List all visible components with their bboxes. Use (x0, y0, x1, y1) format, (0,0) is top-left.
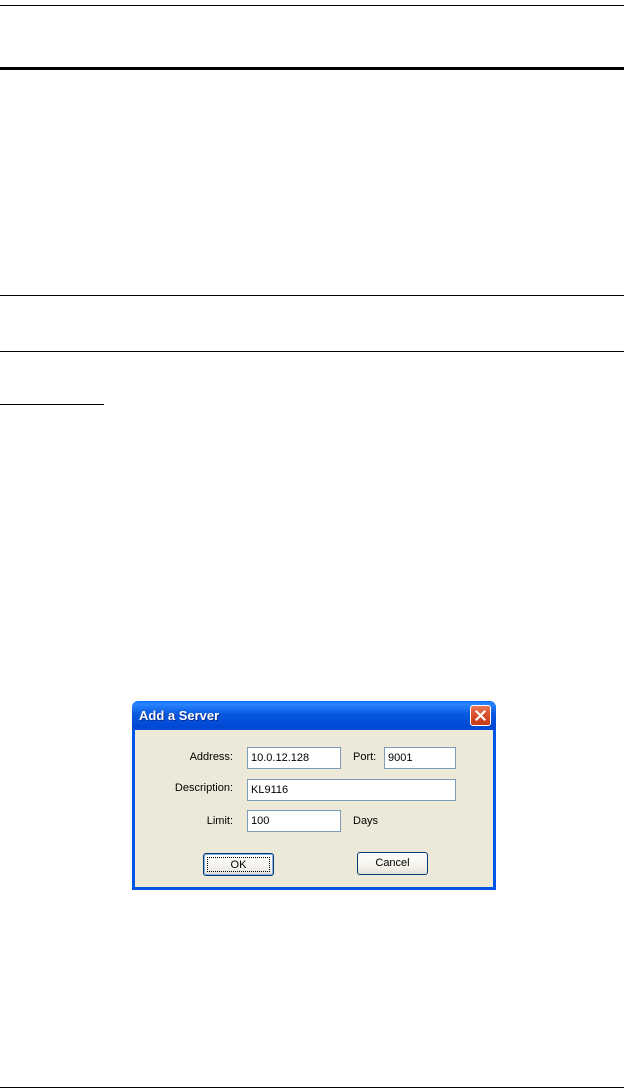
heading-underline (0, 404, 104, 405)
close-icon (475, 710, 486, 721)
header-rule (0, 67, 624, 70)
section-divider-top (0, 295, 624, 296)
dialog-titlebar[interactable]: Add a Server (132, 701, 496, 730)
add-server-dialog: Add a Server Address: 10.0.12.128 Port: … (132, 701, 496, 890)
bottom-divider (0, 1087, 624, 1088)
close-button[interactable] (470, 705, 491, 726)
cancel-button[interactable]: Cancel (357, 852, 428, 875)
description-label: Description: (174, 782, 233, 794)
limit-label: Limit: (206, 815, 233, 827)
port-input[interactable]: 9001 (384, 747, 456, 769)
limit-input[interactable]: 100 (247, 810, 341, 832)
limit-unit-label: Days (353, 815, 379, 827)
dialog-body: Address: 10.0.12.128 Port: 9001 Descript… (135, 730, 493, 887)
address-input[interactable]: 10.0.12.128 (247, 747, 341, 769)
ok-button[interactable]: OK (203, 853, 274, 876)
description-input[interactable]: KL9116 (247, 779, 456, 801)
dialog-title: Add a Server (139, 708, 220, 723)
ok-button-label: OK (207, 857, 270, 872)
port-label: Port: (353, 751, 377, 763)
top-divider (0, 5, 624, 6)
address-label: Address: (189, 751, 233, 763)
section-divider-bottom (0, 351, 624, 352)
